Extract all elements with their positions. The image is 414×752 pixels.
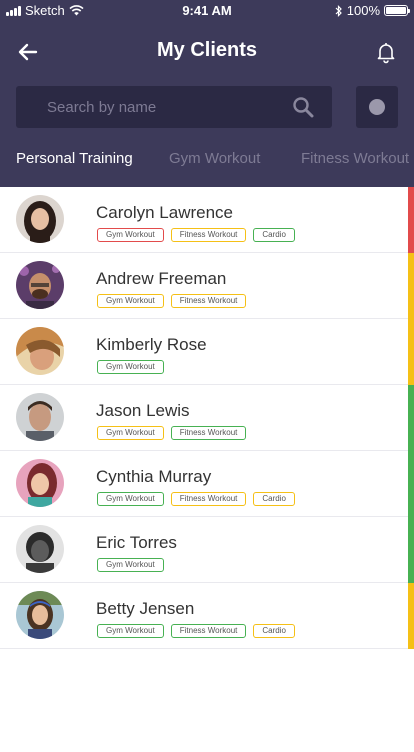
tag-list: Gym Workout Fitness Workout	[97, 426, 247, 440]
tag: Gym Workout	[97, 426, 164, 440]
tag: Cardio	[253, 228, 295, 242]
avatar	[16, 459, 64, 507]
client-row[interactable]: Kimberly Rose Gym Workout	[0, 319, 414, 385]
tag-list: Gym Workout Fitness Workout Cardio	[97, 492, 295, 506]
tag-list: Gym Workout Fitness Workout Cardio	[97, 228, 295, 242]
battery-percent: 100%	[346, 3, 380, 18]
status-indicator	[408, 385, 414, 451]
client-row[interactable]: Andrew Freeman Gym Workout Fitness Worko…	[0, 253, 414, 319]
client-list: Carolyn Lawrence Gym Workout Fitness Wor…	[0, 187, 414, 649]
tab-personal-training[interactable]: Personal Training	[16, 150, 133, 167]
status-indicator	[408, 319, 414, 385]
page-title: My Clients	[156, 39, 258, 61]
tag: Fitness Workout	[170, 492, 247, 506]
tag: Fitness Workout	[170, 228, 247, 242]
bluetooth-icon	[335, 4, 342, 17]
client-name: Andrew Freeman	[96, 269, 227, 288]
client-name: Betty Jensen	[96, 599, 195, 618]
tag: Cardio	[253, 492, 295, 506]
status-indicator	[408, 583, 414, 649]
status-bar: Sketch 9:41 AM 100%	[0, 0, 414, 22]
status-indicator	[408, 517, 414, 583]
avatar	[16, 525, 64, 573]
filter-dot-icon	[369, 99, 385, 115]
client-name: Kimberly Rose	[96, 335, 207, 354]
tag: Fitness Workout	[170, 294, 247, 308]
client-row[interactable]: Cynthia Murray Gym Workout Fitness Worko…	[0, 451, 414, 517]
tag-list: Gym Workout	[97, 558, 164, 572]
tag: Gym Workout	[97, 360, 164, 374]
tab-bar: Personal Training Gym Workout Fitness Wo…	[0, 150, 414, 178]
client-name: Cynthia Murray	[96, 467, 212, 486]
client-row[interactable]: Betty Jensen Gym Workout Fitness Workout…	[0, 583, 414, 649]
tag: Cardio	[253, 624, 295, 638]
client-row[interactable]: Carolyn Lawrence Gym Workout Fitness Wor…	[0, 187, 414, 253]
tag: Gym Workout	[97, 294, 164, 308]
avatar	[16, 591, 64, 639]
avatar	[16, 195, 64, 243]
tag: Gym Workout	[97, 492, 164, 506]
battery-icon	[384, 5, 410, 16]
client-row[interactable]: Jason Lewis Gym Workout Fitness Workout	[0, 385, 414, 451]
tab-fitness-workout[interactable]: Fitness Workout	[301, 150, 409, 167]
tag-list: Gym Workout Fitness Workout Cardio	[97, 624, 295, 638]
search-input[interactable]: Search by name	[16, 86, 332, 128]
client-row[interactable]: Eric Torres Gym Workout	[0, 517, 414, 583]
navigation-bar: My Clients	[0, 30, 414, 74]
tag: Fitness Workout	[170, 624, 247, 638]
status-indicator	[408, 451, 414, 517]
bell-icon[interactable]	[374, 40, 398, 64]
filter-button[interactable]	[356, 86, 398, 128]
tag: Fitness Workout	[170, 426, 247, 440]
avatar	[16, 261, 64, 309]
tab-gym-workout[interactable]: Gym Workout	[169, 150, 260, 167]
tag: Gym Workout	[97, 624, 164, 638]
search-icon[interactable]	[292, 96, 314, 118]
avatar	[16, 327, 64, 375]
tag: Gym Workout	[97, 228, 164, 242]
tag-list: Gym Workout Fitness Workout	[97, 294, 247, 308]
tag: Gym Workout	[97, 558, 164, 572]
client-name: Carolyn Lawrence	[96, 203, 234, 222]
client-name: Eric Torres	[96, 533, 177, 552]
avatar	[16, 393, 64, 441]
status-indicator	[408, 187, 414, 253]
client-name: Jason Lewis	[96, 401, 190, 420]
tag-list: Gym Workout	[97, 360, 164, 374]
header: Sketch 9:41 AM 100% My Clients Search by…	[0, 0, 414, 187]
search-placeholder: Search by name	[47, 99, 157, 116]
status-indicator	[408, 253, 414, 319]
